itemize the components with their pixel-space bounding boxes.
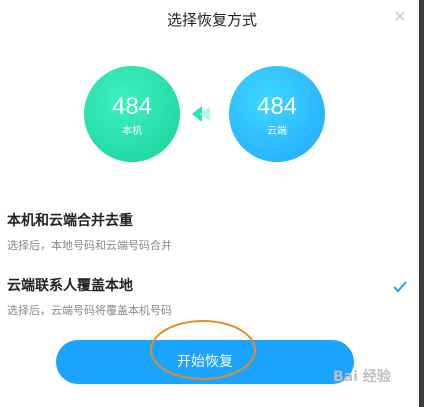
option-description: 选择后，云端号码将覆盖本机号码 bbox=[7, 304, 172, 317]
option-merge-dedupe[interactable]: 本机和云端合并去重 选择后，本地号码和云端号码合并 bbox=[7, 210, 412, 253]
option-description: 选择后，本地号码和云端号码合并 bbox=[7, 239, 172, 252]
checkmark-icon bbox=[393, 281, 407, 293]
close-icon[interactable]: ✕ bbox=[392, 9, 408, 25]
option-title: 本机和云端合并去重 bbox=[7, 213, 133, 229]
local-count: 484 bbox=[111, 93, 153, 120]
dialog-title: 选择恢复方式 bbox=[166, 11, 257, 29]
option-title: 云端联系人覆盖本地 bbox=[7, 278, 133, 294]
restore-method-dialog: 选择恢复方式 ✕ 484 本机 484 云端 本机和云端合并去重 选择后，本地号… bbox=[0, 0, 424, 407]
local-contacts-circle: 484 本机 bbox=[84, 66, 180, 162]
cloud-count: 484 bbox=[256, 93, 298, 120]
annotation-highlight-circle bbox=[150, 320, 256, 380]
cloud-label: 云端 bbox=[267, 126, 287, 137]
arrow-left-icon bbox=[192, 106, 210, 122]
local-label: 本机 bbox=[122, 126, 142, 137]
cloud-contacts-circle: 484 云端 bbox=[229, 66, 325, 162]
watermark: Bai 经验 bbox=[333, 369, 391, 385]
option-cloud-overwrite[interactable]: 云端联系人覆盖本地 选择后，云端号码将覆盖本机号码 bbox=[7, 275, 412, 318]
window-edge bbox=[419, 0, 424, 407]
